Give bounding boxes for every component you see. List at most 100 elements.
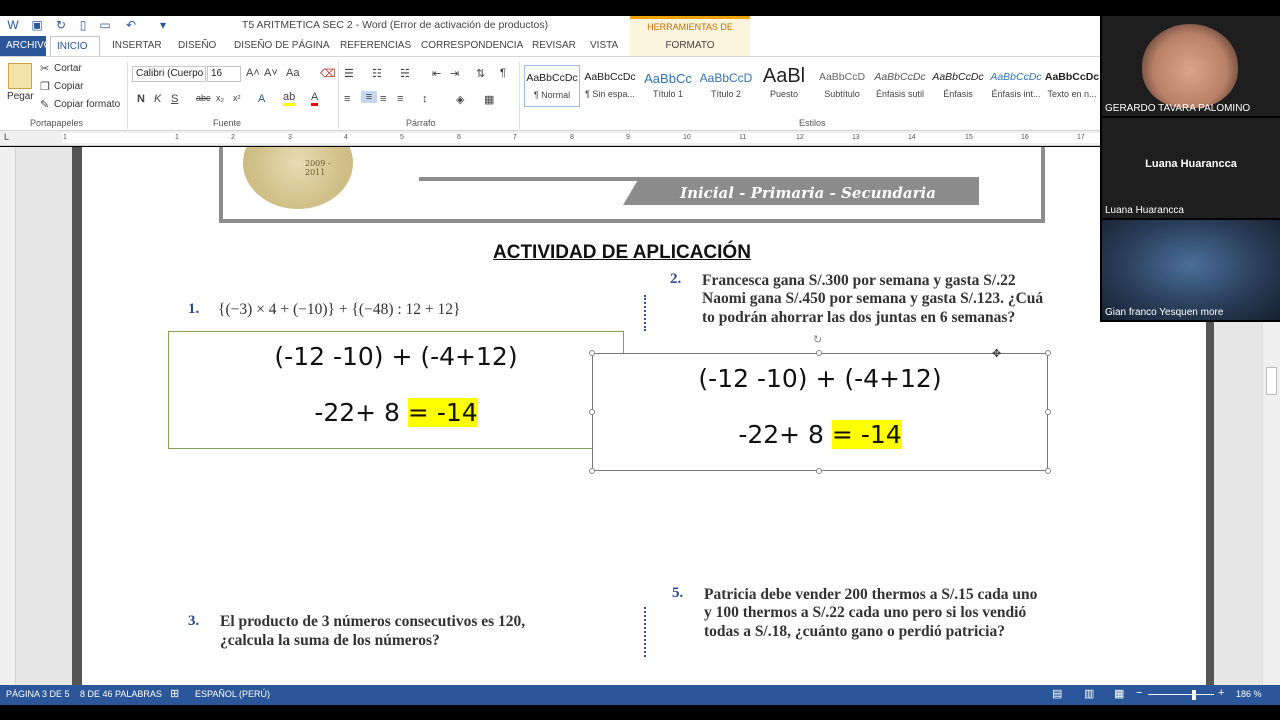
numbering-icon[interactable]: ☷ [372,67,382,80]
resize-handle[interactable] [589,409,595,415]
question-5-line-1[interactable]: Patricia debe vender 200 thermos a S/.15… [704,585,1037,604]
text-effects-icon[interactable]: A [258,93,265,105]
rotate-handle-icon[interactable]: ↻ [813,333,822,346]
question-5-line-3[interactable]: todas a S/.18, ¿cuánto gano o perdió pat… [704,622,1005,641]
style-no-spacing[interactable]: AaBbCcDc ¶ Sin espa... [582,65,638,107]
activity-heading[interactable]: ACTIVIDAD DE APLICACIÓN [493,242,751,264]
bullets-icon[interactable]: ☰ [344,67,354,80]
resize-handle[interactable] [589,350,595,356]
tab-diseno[interactable]: DISEÑO [172,36,222,56]
answer-b-result: -22+ 8 = -14 [593,420,1047,449]
tab-archivo[interactable]: ARCHIVO [0,36,52,56]
borders-icon[interactable]: ▦ [484,93,494,106]
document-page[interactable]: 2009 - 2011 Inicial - Primaria - Secunda… [82,147,1206,685]
resize-handle[interactable] [589,468,595,474]
participant-tile[interactable]: GERARDO TAVARA PALOMINO [1102,16,1280,116]
paste-icon[interactable] [8,63,32,89]
align-center-icon[interactable]: ≡ [361,91,377,103]
style-title[interactable]: AaBl Puesto [756,65,812,107]
scrollbar-thumb[interactable] [1266,367,1277,395]
format-painter-button[interactable]: Copiar formato [54,99,120,110]
subscript-icon[interactable]: x₂ [216,93,224,103]
tab-revisar[interactable]: REVISAR [526,36,582,56]
zoom-slider[interactable] [1148,694,1214,695]
participant-placeholder-name: Luana Huarancca [1145,158,1237,170]
superscript-icon[interactable]: x² [233,93,241,103]
tab-selector-icon[interactable]: L [4,132,9,142]
tab-diseno-pagina[interactable]: DISEÑO DE PÁGINA [228,36,336,56]
style-subtitle[interactable]: AaBbCcD Subtítulo [814,65,870,107]
answer-textbox-b[interactable]: (-12 -10) + (-4+12) -22+ 8 = -14 [592,353,1048,471]
tab-insertar[interactable]: INSERTAR [106,36,168,56]
tab-formato[interactable]: FORMATO [630,36,750,56]
resize-handle[interactable] [1045,468,1051,474]
copy-icon[interactable]: ❐ [40,80,50,93]
shading-icon[interactable]: ◈ [456,93,464,106]
style-strong[interactable]: AaBbCcDc Texto en n... [1044,65,1100,107]
style-normal[interactable]: AaBbCcDc ¶ Normal [524,65,580,107]
grow-font-icon[interactable]: A˄ [246,67,260,79]
proofing-icon[interactable]: ⊞ [170,687,179,700]
question-5-line-2[interactable]: y 100 thermos a S/.22 cada uno pero si l… [704,603,1026,622]
line-spacing-icon[interactable]: ↕ [422,93,428,105]
question-2-line-2[interactable]: Naomi gana S/.450 por semana y gasta S/.… [702,289,1043,308]
zoom-level[interactable]: 186 % [1236,689,1262,699]
change-case-icon[interactable]: Aa [286,67,299,79]
cut-button[interactable]: Cortar [54,63,82,74]
language-indicator[interactable]: ESPAÑOL (PERÚ) [195,689,270,699]
zoom-out-icon[interactable]: − [1136,687,1142,699]
style-heading-2[interactable]: AaBbCcD Título 2 [698,65,754,107]
shrink-font-icon[interactable]: A˅ [264,67,278,79]
question-1-expression[interactable]: {(−3) × 4 + (−10)} + {(−48) : 12 + 12} [218,300,460,319]
justify-icon[interactable]: ≡ [397,93,403,105]
style-intense-emphasis[interactable]: AaBbCcDc Énfasis int... [988,65,1044,107]
web-layout-icon[interactable]: ▦ [1114,687,1124,700]
question-2-line-3[interactable]: to podrán ahorrar las dos juntas en 6 se… [702,308,1015,327]
font-family-combo[interactable]: Calibri (Cuerpo [132,66,206,82]
multilevel-list-icon[interactable]: ☵ [400,67,410,80]
tab-vista[interactable]: VISTA [584,36,624,56]
increase-indent-icon[interactable]: ⇥ [450,67,459,80]
decrease-indent-icon[interactable]: ⇤ [432,67,441,80]
tab-inicio[interactable]: INICIO [50,36,100,56]
style-subtle-emphasis[interactable]: AaBbCcDc Énfasis sutil [872,65,928,107]
clear-formatting-icon[interactable]: ⌫ [320,67,336,80]
horizontal-ruler[interactable]: L 1 1 2 3 4 5 6 7 8 9 10 11 12 13 14 15 16 17 [0,131,1102,146]
align-right-icon[interactable]: ≡ [380,93,386,105]
zoom-slider-thumb[interactable] [1192,690,1196,700]
question-3-line-1[interactable]: El producto de 3 números consecutivos es… [220,612,525,631]
font-size-combo[interactable]: 16 [207,66,241,82]
question-3-line-2[interactable]: ¿calcula la suma de los números? [220,631,440,650]
style-heading-1[interactable]: AaBbCc Título 1 [640,65,696,107]
zoom-in-icon[interactable]: + [1218,687,1224,699]
highlight-icon[interactable]: ab [283,91,296,106]
cut-icon[interactable]: ✂ [40,62,49,75]
word-count[interactable]: 8 DE 46 PALABRAS [80,689,162,699]
copy-button[interactable]: Copiar [54,81,83,92]
align-left-icon[interactable]: ≡ [344,93,350,105]
sort-icon[interactable]: ⇅ [476,67,485,80]
participant-tile[interactable]: Luana Huarancca Luana Huarancca [1102,118,1280,218]
font-color-icon[interactable]: A [311,91,319,106]
answer-textbox-a[interactable]: (-12 -10) + (-4+12) -22+ 8 = -14 [168,331,624,449]
show-marks-icon[interactable]: ¶ [500,67,506,79]
print-layout-icon[interactable]: ▥ [1084,687,1094,700]
style-emphasis[interactable]: AaBbCcDc Énfasis [930,65,986,107]
read-mode-icon[interactable]: ▤ [1052,687,1062,700]
italic-icon[interactable]: K [154,93,161,105]
tab-referencias[interactable]: REFERENCIAS [334,36,417,56]
drawing-tools-context: HERRAMIENTAS DE DIBUJO [630,16,750,49]
resize-handle[interactable] [816,350,822,356]
strikethrough-icon[interactable]: abc [196,93,211,103]
format-painter-icon[interactable]: ✎ [40,98,49,111]
bold-icon[interactable]: N [137,93,145,105]
participant-tile[interactable]: Gian franco Yesquen more [1102,220,1280,320]
paste-button[interactable]: Pegar [7,91,34,102]
tab-correspondencia[interactable]: CORRESPONDENCIA [415,36,529,56]
question-2-line-1[interactable]: Francesca gana S/.300 por semana y gasta… [702,271,1016,290]
resize-handle[interactable] [1045,350,1051,356]
resize-handle[interactable] [816,468,822,474]
underline-icon[interactable]: S [171,93,178,105]
page-count[interactable]: PÁGINA 3 DE 5 [6,689,70,699]
resize-handle[interactable] [1045,409,1051,415]
